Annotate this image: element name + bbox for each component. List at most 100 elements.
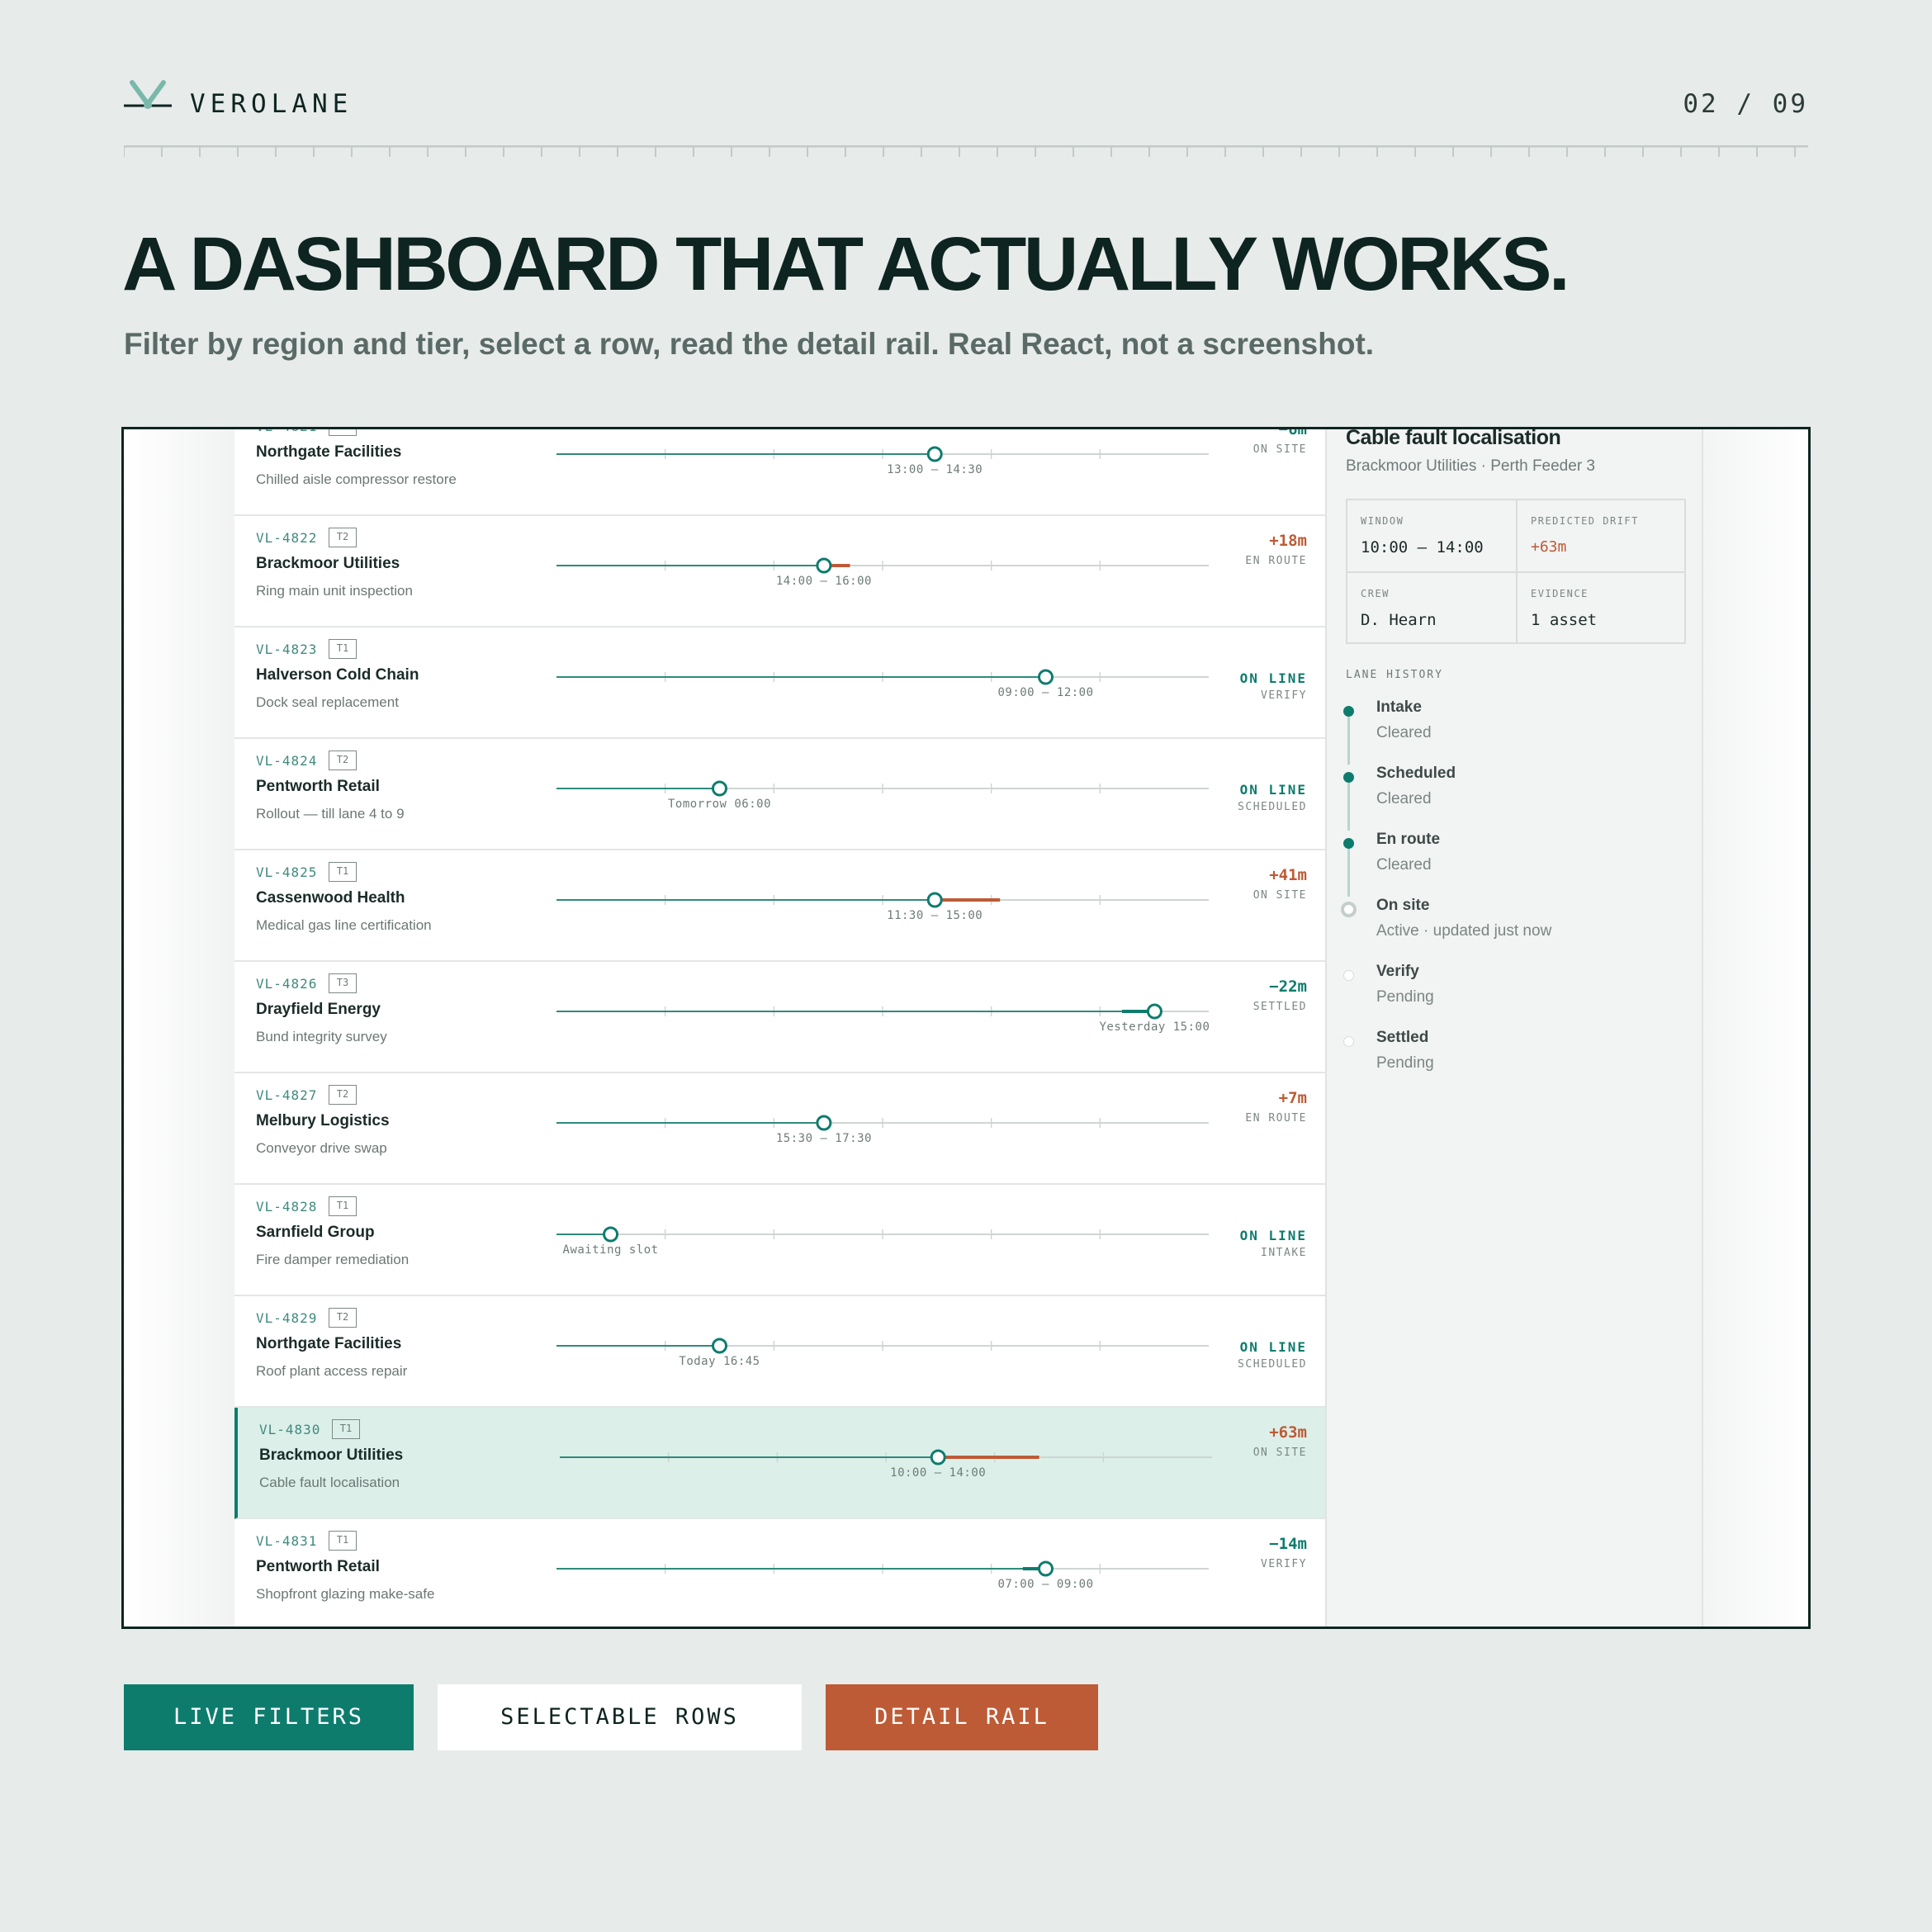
verolane-logo-icon <box>124 80 172 109</box>
timeline-track <box>556 557 1209 574</box>
row-id: VL-4829 <box>256 1310 318 1326</box>
table-row[interactable]: VL-4830 T1 Brackmoor Utilities Cable fault … <box>234 1408 1325 1519</box>
history-status: Cleared <box>1376 856 1432 874</box>
dashboard-preview: VL-4821 T1 Northgate Facilities Chilled ais… <box>121 427 1811 1629</box>
customer-name: Brackmoor Utilities <box>259 1447 404 1464</box>
table-row[interactable]: VL-4829 T2 Northgate Facilities Roof plant … <box>234 1296 1325 1408</box>
row-id: VL-4822 <box>256 530 318 546</box>
track-marker <box>816 557 832 574</box>
window-label: Today 16:45 <box>679 1355 760 1368</box>
table-row[interactable]: VL-4824 T2 Pentworth Retail Rollout — till … <box>234 739 1325 850</box>
tier-badge: T2 <box>329 1308 357 1328</box>
table-row[interactable]: VL-4831 T1 Pentworth Retail Shopfront glazi… <box>234 1519 1325 1627</box>
window-label: 14:00 – 16:00 <box>775 575 872 588</box>
timeline-track <box>556 780 1209 797</box>
history-status: Cleared <box>1376 724 1432 741</box>
tier-badge: T3 <box>329 973 357 993</box>
drift-value: ON LINE <box>1239 1228 1307 1243</box>
tier-badge: T1 <box>332 1419 360 1439</box>
track-marker <box>816 1115 832 1131</box>
customer-name: Sarnfield Group <box>256 1224 375 1241</box>
brand-name: VEROLANE <box>190 89 353 119</box>
drift-value: ON LINE <box>1239 782 1307 798</box>
customer-name: Cassenwood Health <box>256 889 405 907</box>
window-label: 07:00 – 09:00 <box>997 1578 1094 1591</box>
history-step: On site Active · updated just now <box>1341 897 1688 963</box>
timeline-track <box>556 669 1209 685</box>
window-label: Tomorrow 06:00 <box>667 798 772 811</box>
history-status: Cleared <box>1376 790 1432 807</box>
window-cell: WINDOW 10:00 – 14:00 <box>1347 500 1517 572</box>
window-label: 15:30 – 17:30 <box>775 1132 872 1145</box>
predicted-drift-label: PREDICTED DRIFT <box>1531 515 1639 527</box>
detail-rail: Cable fault localisation Brackmoor Utili… <box>1325 429 1703 1627</box>
history-stage: Verify <box>1376 963 1419 980</box>
task-description: Ring main unit inspection <box>256 583 413 599</box>
history-stage: Settled <box>1376 1029 1429 1046</box>
row-id: VL-4830 <box>259 1422 321 1437</box>
drift-value: +41m <box>1269 866 1307 884</box>
customer-name: Brackmoor Utilities <box>256 555 400 572</box>
slide-counter: 02 / 09 <box>1683 89 1808 119</box>
window-label: 11:30 – 15:00 <box>887 909 983 922</box>
row-id: VL-4827 <box>256 1087 318 1103</box>
work-order-list: VL-4821 T1 Northgate Facilities Chilled ais… <box>234 429 1325 1627</box>
history-status: Active · updated just now <box>1376 922 1552 940</box>
lane-history-label: LANE HISTORY <box>1346 669 1443 681</box>
detail-rail-badge: DETAIL RAIL <box>826 1684 1098 1750</box>
history-stage: En route <box>1376 831 1441 848</box>
drift-value: −14m <box>1269 1535 1307 1553</box>
stage-label: EN ROUTE <box>1245 555 1307 567</box>
detail-subtitle: Brackmoor Utilities · Perth Feeder 3 <box>1346 457 1595 475</box>
tier-badge: T1 <box>329 639 357 659</box>
stage-label: VERIFY <box>1261 1558 1307 1570</box>
timeline-track <box>556 1115 1209 1131</box>
stage-label: SETTLED <box>1252 1001 1307 1013</box>
table-row[interactable]: VL-4828 T1 Sarnfield Group Fire damper reme… <box>234 1185 1325 1296</box>
task-description: Roof plant access repair <box>256 1363 408 1379</box>
timeline-track <box>560 1449 1212 1466</box>
stage-label: ON SITE <box>1252 443 1307 456</box>
track-marker <box>926 892 943 908</box>
row-id: VL-4826 <box>256 976 318 992</box>
history-step: Verify Pending <box>1342 963 1688 1029</box>
history-status: Pending <box>1376 1054 1434 1072</box>
track-marker <box>1038 1560 1054 1577</box>
customer-name: Pentworth Retail <box>256 1558 380 1575</box>
table-row[interactable]: VL-4822 T2 Brackmoor Utilities Ring main un… <box>234 516 1325 627</box>
track-marker <box>1038 669 1054 685</box>
customer-name: Pentworth Retail <box>256 778 380 795</box>
customer-name: Melbury Logistics <box>256 1112 390 1129</box>
track-marker <box>712 1338 727 1354</box>
window-label: Awaiting slot <box>562 1243 659 1257</box>
history-step: En route Cleared <box>1342 831 1688 897</box>
row-id: VL-4823 <box>256 642 318 657</box>
crew-cell: CREW D. Hearn <box>1347 573 1517 645</box>
customer-name: Halverson Cold Chain <box>256 666 419 684</box>
table-row[interactable]: VL-4826 T3 Drayfield Energy Bund integrity … <box>234 962 1325 1073</box>
table-row[interactable]: VL-4827 T2 Melbury Logistics Conveyor drive… <box>234 1073 1325 1185</box>
drift-value: +7m <box>1278 1089 1307 1107</box>
history-dot-icon <box>1341 902 1357 917</box>
live-filters-badge: LIVE FILTERS <box>124 1684 414 1750</box>
window-label: 13:00 – 14:30 <box>887 463 983 476</box>
evidence-label: EVIDENCE <box>1531 588 1589 599</box>
evidence-cell: EVIDENCE 1 asset <box>1518 573 1687 645</box>
table-row[interactable]: VL-4823 T1 Halverson Cold Chain Dock seal r… <box>234 627 1325 739</box>
tier-badge: T2 <box>329 751 357 770</box>
row-id: VL-4825 <box>256 864 318 880</box>
row-id: VL-4824 <box>256 753 318 769</box>
table-row[interactable]: VL-4825 T1 Cassenwood Health Medical gas li… <box>234 850 1325 962</box>
history-step: Scheduled Cleared <box>1342 765 1688 831</box>
track-marker <box>930 1449 946 1466</box>
customer-name: Northgate Facilities <box>256 1335 402 1352</box>
customer-name: Northgate Facilities <box>256 443 402 461</box>
stage-label: VERIFY <box>1261 689 1307 702</box>
selectable-rows-badge: SELECTABLE ROWS <box>438 1684 802 1750</box>
tier-badge: T1 <box>329 1196 357 1216</box>
page-subtitle: Filter by region and tier, select a row,… <box>124 327 1375 361</box>
table-row[interactable]: VL-4821 T1 Northgate Facilities Chilled ais… <box>234 429 1325 516</box>
row-id: VL-4831 <box>256 1533 318 1549</box>
tier-badge: T1 <box>329 862 357 882</box>
task-description: Medical gas line certification <box>256 917 432 933</box>
